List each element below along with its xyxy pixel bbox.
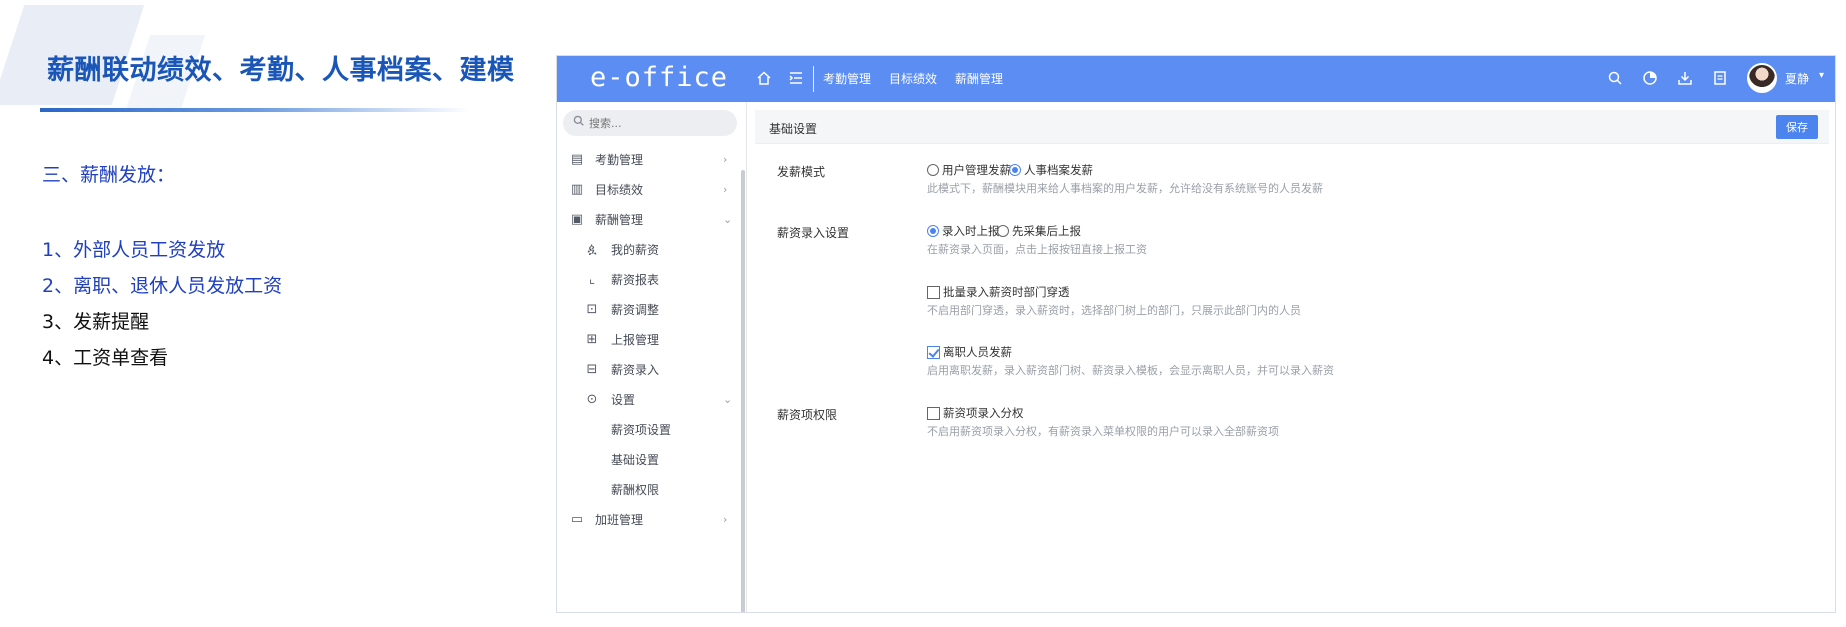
search-icon [573,115,584,129]
point-list: 1、外部人员工资发放 2、离职、退休人员发放工资 3、发薪提醒 4、工资单查看 [42,232,282,376]
settings-icon: ⊙ [586,391,598,407]
checkbox-box-checked[interactable] [927,345,940,359]
nav-divider [813,66,814,92]
chevron-down-icon: ⌄ [723,212,733,226]
save-button[interactable]: 保存 [1776,115,1818,139]
radio-circle[interactable] [927,164,939,176]
clipboard-icon: ▤ [570,151,584,167]
adjust-icon: ⊡ [586,301,598,317]
home-icon[interactable] [754,68,774,88]
sidebar-item-salary-report[interactable]: ⌞ 薪资报表 [557,264,741,294]
sidebar-item-salary-permission[interactable]: 薪酬权限 [557,474,741,504]
chevron-down-icon: ⌄ [723,392,733,406]
pay-mode-hint: 此模式下，薪酬模块用来给人事档案的用户发薪，允许给没有系统账号的人员发薪 [927,182,1323,195]
entry-settings-label: 薪资录入设置 [777,226,850,240]
sidebar-search[interactable] [563,110,737,136]
sidebar-item-salary[interactable]: ▣ 薪酬管理 ⌄ [557,204,741,234]
sidebar-item-salary-adjust[interactable]: ⊡ 薪资调整 [557,294,741,324]
avatar[interactable] [1747,63,1777,93]
section-heading: 三、薪酬发放： [42,164,176,186]
line-chart-icon: ⌞ [588,271,596,287]
sidebar-item-report-manage[interactable]: ⊞ 上报管理 [557,324,741,354]
nav-salary[interactable]: 薪酬管理 [955,70,1003,87]
search-icon[interactable] [1605,68,1625,88]
permission-label: 薪资项权限 [777,408,838,422]
username[interactable]: 夏静 [1785,70,1809,87]
resigned-pay-hint: 启用离职发薪，录入薪资部门树、薪资录入模板，会显示离职人员，并可以录入薪资 [927,364,1334,377]
batch-dept-hint: 不启用部门穿透，录入薪资时，选择部门树上的部门，只展示此部门内的人员 [927,304,1301,317]
download-icon[interactable] [1675,68,1695,88]
user-caret-icon[interactable]: ▾ [1819,70,1824,81]
user-icon: ዿ [587,241,597,257]
radio-circle-checked[interactable] [927,225,939,237]
radio-collect-then-report[interactable]: 先采集后上报 [997,223,1081,239]
checkbox-box[interactable] [927,406,940,420]
permission-hint: 不启用薪资项录入分权，有薪资录入菜单权限的用户可以录入全部薪资项 [927,425,1279,438]
wallet-icon: ▣ [570,211,584,227]
document-icon[interactable] [1710,68,1730,88]
search-input[interactable] [589,114,729,132]
sidebar-item-settings[interactable]: ⊙ 设置 ⌄ [557,384,741,414]
content-panel: 基础设置 保存 发薪模式 用户管理发薪 人事档案发薪 此模式下，薪酬模块用来给人… [755,110,1829,612]
chevron-right-icon: › [723,152,728,166]
sidebar-item-my-salary[interactable]: ዿ 我的薪资 [557,234,741,264]
sidebar-item-salary-entry[interactable]: ⊟ 薪资录入 [557,354,741,384]
bar-chart-icon: ▥ [570,181,584,197]
app-window: e-office 考勤管理 目标绩效 薪酬管理 夏静 ▾ 搜索... ▤ 考勤管… [556,55,1836,613]
point-item: 4、工资单查看 [42,347,169,369]
nav-attendance[interactable]: 考勤管理 [823,70,871,87]
sidebar-item-salary-item-settings[interactable]: 薪资项设置 [557,414,741,444]
radio-user-manage-pay[interactable]: 用户管理发薪 [927,162,1011,178]
entry-settings-hint: 在薪资录入页面，点击上报按钮直接上报工资 [927,243,1147,256]
report-icon: ⊞ [586,331,598,347]
pie-chart-icon[interactable] [1640,68,1660,88]
entry-icon: ⊟ [586,361,598,377]
checkbox-resigned-pay[interactable]: 离职人员发薪 [927,344,1012,360]
slide: 薪酬联动绩效、考勤、人事档案、建模 三、薪酬发放： 1、外部人员工资发放 2、离… [0,0,1846,627]
sidebar-item-performance[interactable]: ▥ 目标绩效 › [557,174,741,204]
sidebar-scrollbar[interactable] [741,170,745,612]
chevron-right-icon: › [723,512,728,526]
chevron-right-icon: › [723,182,728,196]
radio-hr-archive-pay[interactable]: 人事档案发薪 [1009,162,1093,178]
point-item: 1、外部人员工资发放 [42,239,226,261]
checkbox-item-entry-permission[interactable]: 薪资项录入分权 [927,405,1024,421]
checkbox-batch-dept-penetration[interactable]: 批量录入薪资时部门穿透 [927,284,1070,300]
point-item: 3、发薪提醒 [42,311,150,333]
content-header: 基础设置 保存 [755,110,1829,144]
calendar-icon: ▭ [570,511,584,527]
sidebar: ▤ 考勤管理 › ▥ 目标绩效 › ▣ 薪酬管理 ⌄ ዿ 我的薪资 ⌞ 薪资报表 [557,102,747,612]
radio-circle-checked[interactable] [1009,164,1021,176]
page-title: 基础设置 [769,122,818,136]
sidebar-item-overtime[interactable]: ▭ 加班管理 › [557,504,741,534]
menu-list-icon[interactable] [786,68,806,88]
radio-circle[interactable] [997,225,1009,237]
sidebar-item-attendance[interactable]: ▤ 考勤管理 › [557,144,741,174]
checkbox-box[interactable] [927,285,940,299]
point-item: 2、离职、退休人员发放工资 [42,275,283,297]
radio-report-on-entry[interactable]: 录入时上报 [927,223,1000,239]
nav-performance[interactable]: 目标绩效 [889,70,937,87]
slide-title: 薪酬联动绩效、考勤、人事档案、建模 [47,55,515,86]
pay-mode-label: 发薪模式 [777,165,826,179]
title-underline [40,108,470,112]
top-bar: e-office 考勤管理 目标绩效 薪酬管理 夏静 ▾ [557,56,1835,102]
app-logo[interactable]: e-office [590,62,728,93]
sidebar-item-basic-settings[interactable]: 基础设置 [557,444,741,474]
